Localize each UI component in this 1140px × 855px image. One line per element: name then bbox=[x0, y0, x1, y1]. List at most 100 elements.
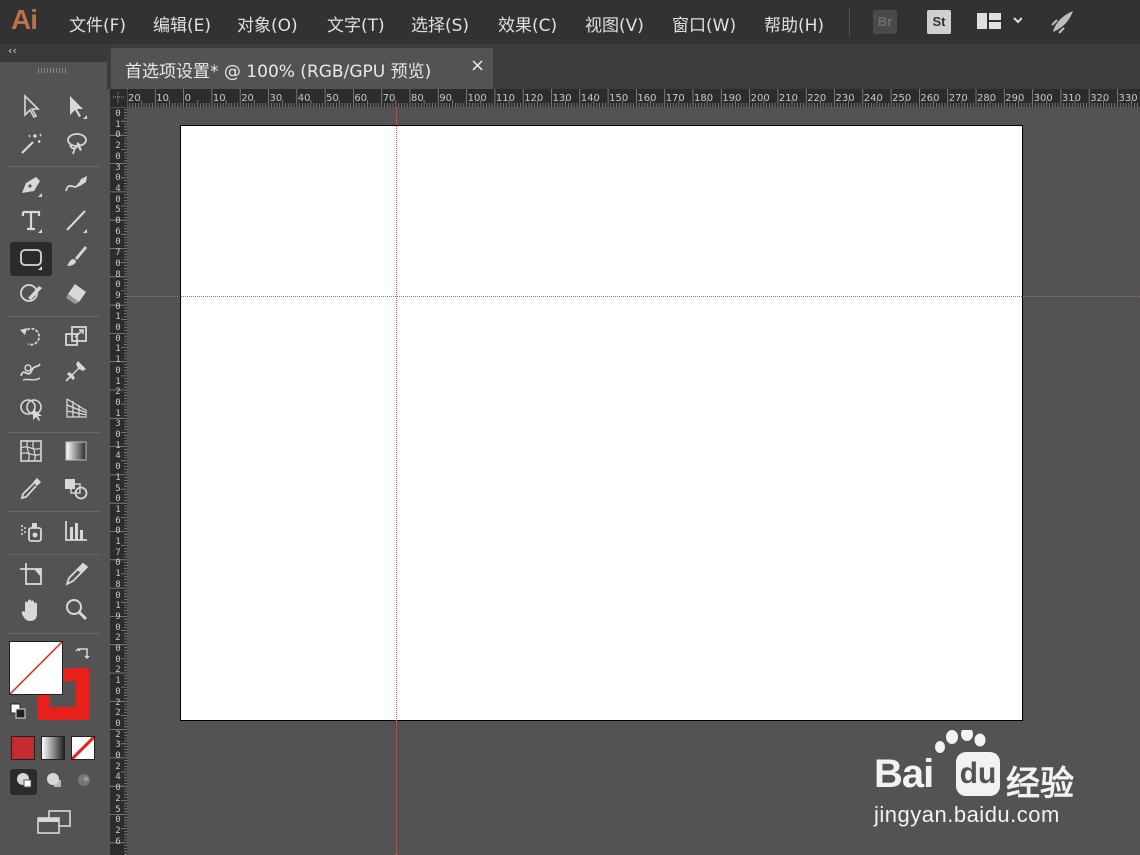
eraser-tool[interactable] bbox=[61, 280, 91, 310]
puppet-warp-tool-icon bbox=[63, 358, 89, 388]
menu-view[interactable]: 视图(V) bbox=[585, 11, 644, 36]
eyedropper-tool[interactable] bbox=[16, 475, 46, 505]
shape-builder-tool[interactable] bbox=[16, 395, 46, 425]
none-mode-button[interactable] bbox=[71, 736, 95, 760]
menu-file[interactable]: 文件(F) bbox=[69, 11, 126, 36]
shaper-tool[interactable] bbox=[16, 280, 46, 310]
ruler-label: 1 bbox=[115, 376, 121, 387]
slice-tool[interactable] bbox=[61, 561, 91, 591]
gradient-tool[interactable] bbox=[61, 438, 91, 468]
publish-rocket-icon[interactable] bbox=[1049, 8, 1077, 40]
ruler-label: 2 bbox=[115, 697, 121, 708]
menu-effect[interactable]: 效果(C) bbox=[498, 11, 557, 36]
ruler-label: 0 bbox=[115, 622, 121, 633]
swap-fill-stroke-icon[interactable] bbox=[75, 644, 93, 664]
artboard[interactable] bbox=[180, 125, 1023, 721]
hand-tool-icon bbox=[18, 597, 44, 627]
draw-normal-button[interactable] bbox=[10, 769, 37, 795]
screen-mode-icon[interactable] bbox=[36, 810, 72, 840]
ruler-label: 1 bbox=[115, 472, 121, 483]
ruler-origin[interactable] bbox=[110, 89, 127, 107]
default-fill-stroke-icon[interactable] bbox=[10, 703, 26, 723]
pen-tool[interactable] bbox=[16, 171, 46, 201]
shape-builder-tool-icon bbox=[18, 395, 44, 425]
ruler-label: 5 bbox=[115, 483, 121, 494]
ruler-label: 1 bbox=[115, 569, 121, 580]
zoom-tool[interactable] bbox=[61, 597, 91, 627]
color-mode-button[interactable] bbox=[11, 736, 35, 760]
fill-swatch[interactable] bbox=[9, 641, 63, 695]
ruler-label: 2 bbox=[115, 793, 121, 804]
vertical-guide[interactable] bbox=[396, 107, 397, 855]
menu-select[interactable]: 选择(S) bbox=[411, 11, 469, 36]
watermark-paw-badge: du bbox=[956, 752, 1000, 796]
ruler-label: 7 bbox=[115, 547, 121, 558]
type-tool[interactable] bbox=[16, 207, 46, 237]
panel-grip[interactable] bbox=[38, 68, 68, 73]
toolbar-separator bbox=[8, 554, 100, 555]
menu-window[interactable]: 窗口(W) bbox=[672, 11, 736, 36]
gradient-mode-button[interactable] bbox=[41, 736, 65, 760]
ruler-label: 4 bbox=[115, 183, 121, 194]
puppet-warp-tool[interactable] bbox=[61, 358, 91, 388]
rotate-tool[interactable] bbox=[16, 323, 46, 353]
ruler-label: 230 bbox=[835, 93, 855, 104]
watermark-brand: Bai bbox=[874, 752, 934, 796]
lasso-tool[interactable] bbox=[61, 130, 91, 160]
ruler-label: 0 bbox=[115, 194, 121, 205]
horizontal-ruler[interactable]: 20 10 0 10 20 30 40 50 60 70 80 90 100 110 120 130 140 15… bbox=[127, 89, 1140, 107]
ruler-label: 0 bbox=[115, 216, 121, 226]
warp-tool[interactable] bbox=[16, 358, 46, 388]
draw-behind-button[interactable] bbox=[40, 769, 67, 795]
selection-tool-icon bbox=[18, 93, 44, 123]
ruler-label: 1 bbox=[115, 440, 121, 451]
ruler-label: 5 bbox=[115, 205, 121, 216]
close-tab-button[interactable]: × bbox=[470, 55, 485, 76]
menu-separator bbox=[849, 8, 850, 36]
menu-help[interactable]: 帮助(H) bbox=[764, 11, 824, 36]
ruler-label: 8 bbox=[115, 269, 121, 280]
perspective-grid-tool[interactable] bbox=[61, 395, 91, 425]
workspace-switcher-icon[interactable] bbox=[976, 11, 1023, 37]
artboard-tool[interactable] bbox=[16, 561, 46, 591]
collapse-panel-button[interactable]: ‹‹ bbox=[8, 44, 17, 57]
ruler-label: 200 bbox=[750, 93, 770, 104]
ruler-label: 30 bbox=[269, 93, 283, 104]
rounded-rectangle-tool[interactable] bbox=[10, 242, 52, 276]
line-segment-tool[interactable] bbox=[61, 207, 91, 237]
document-tab-title[interactable]: 首选项设置* @ 100% (RGB/GPU 预览) bbox=[125, 57, 431, 82]
draw-inside-button[interactable] bbox=[70, 769, 97, 795]
magic-wand-tool[interactable] bbox=[16, 130, 46, 160]
curvature-tool[interactable] bbox=[61, 171, 91, 201]
ruler-label: 1 bbox=[115, 344, 121, 355]
hand-tool[interactable] bbox=[16, 597, 46, 627]
ruler-label: 8 bbox=[115, 579, 121, 590]
symbol-sprayer-tool[interactable] bbox=[16, 518, 46, 548]
menu-type[interactable]: 文字(T) bbox=[327, 11, 385, 36]
ruler-label: 0 bbox=[115, 686, 121, 697]
vertical-ruler[interactable]: 0102030405060708090100110120130140150160… bbox=[110, 107, 127, 855]
paintbrush-tool[interactable] bbox=[61, 243, 91, 273]
menu-edit[interactable]: 编辑(E) bbox=[153, 11, 211, 36]
ruler-label: 1 bbox=[115, 601, 121, 612]
ruler-label: 0 bbox=[115, 323, 121, 333]
menu-object[interactable]: 对象(O) bbox=[237, 11, 298, 36]
blend-tool[interactable] bbox=[61, 475, 91, 505]
column-graph-tool[interactable] bbox=[61, 518, 91, 548]
selection-tool[interactable] bbox=[16, 93, 46, 123]
ruler-label: 2 bbox=[115, 761, 121, 772]
mesh-tool[interactable] bbox=[16, 438, 46, 468]
ruler-label: 0 bbox=[115, 462, 121, 473]
bridge-button[interactable]: Br bbox=[873, 10, 897, 34]
scale-tool-icon bbox=[63, 323, 89, 353]
ruler-label: 300 bbox=[1033, 93, 1053, 104]
ruler-label: 2 bbox=[115, 729, 121, 740]
stock-button[interactable]: St bbox=[927, 10, 951, 34]
ruler-label: 0 bbox=[115, 258, 121, 269]
column-graph-tool-icon bbox=[63, 518, 89, 548]
draw-normal-icon bbox=[14, 770, 34, 794]
ruler-label: 6 bbox=[115, 836, 121, 847]
scale-tool[interactable] bbox=[61, 323, 91, 353]
horizontal-guide[interactable] bbox=[127, 296, 1140, 297]
direct-selection-tool[interactable] bbox=[61, 93, 91, 123]
